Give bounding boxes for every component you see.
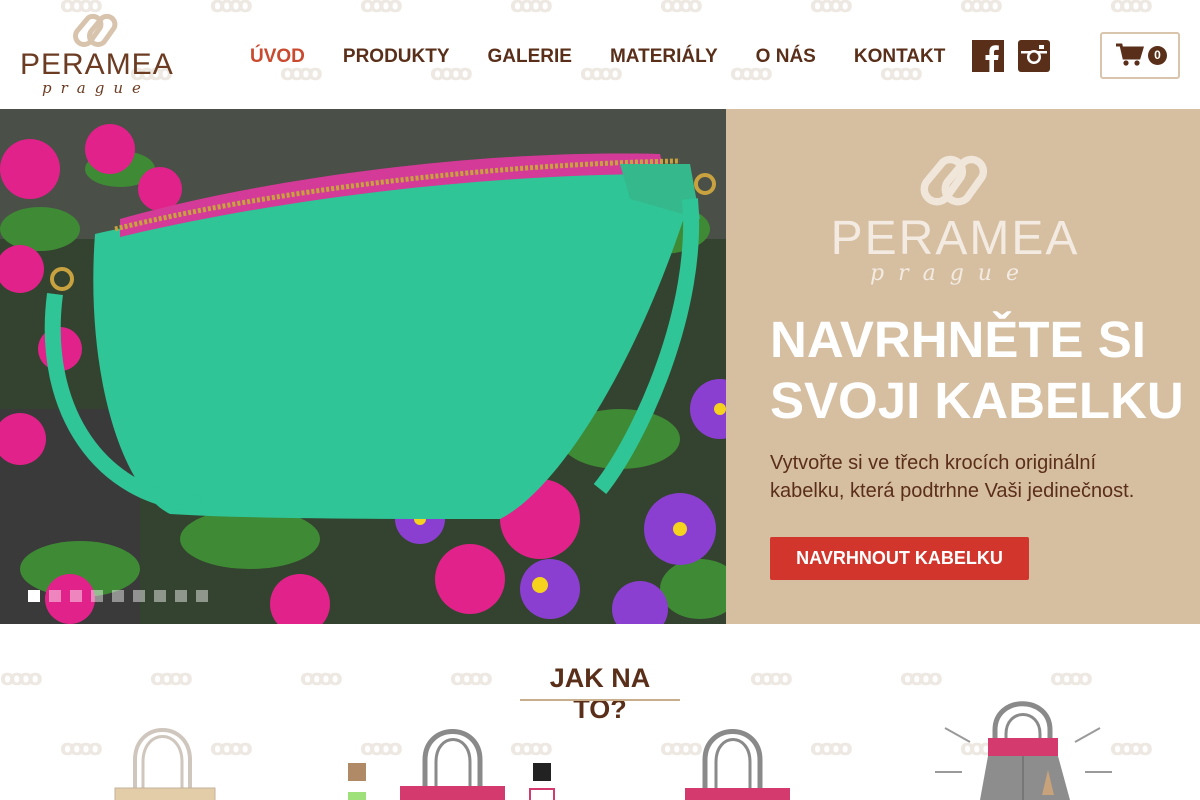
brand-subtitle: prague [42, 79, 150, 97]
slider-dot[interactable] [154, 590, 166, 602]
hero-slider: PERAMEA prague NAVRHNĚTE SI SVOJI KABELK… [0, 109, 1200, 624]
facebook-icon[interactable] [972, 40, 1004, 72]
hero-text: Vytvořte si ve třech krocích originální … [770, 452, 1135, 502]
cart-button[interactable]: 0 [1100, 32, 1180, 79]
slider-dot[interactable] [70, 590, 82, 602]
cart-icon [1116, 43, 1144, 66]
logo-mark-icon [73, 13, 118, 47]
cart-count-badge: 0 [1148, 46, 1167, 65]
panel-brand-name: PERAMEA [830, 212, 1080, 265]
hero-title: NAVRHNĚTE SI SVOJI KABELKU [770, 311, 1184, 429]
site-header: PERAMEA prague ÚVOD PRODUKTY GALERIE MAT… [0, 0, 1200, 109]
step-4-bag-icon [930, 700, 1120, 800]
slider-dot[interactable] [133, 590, 145, 602]
logo-mark-icon [920, 155, 988, 206]
brand-logo[interactable]: PERAMEA prague [18, 10, 174, 100]
hero-panel: PERAMEA prague NAVRHNĚTE SI SVOJI KABELK… [726, 109, 1200, 624]
nav-item-kontakt[interactable]: KONTAKT [854, 46, 945, 68]
nav-item-o-nas[interactable]: O NÁS [756, 46, 816, 68]
instagram-icon[interactable] [1018, 40, 1050, 72]
slider-dot[interactable] [112, 590, 124, 602]
step-3-bag-icon [680, 700, 800, 800]
panel-brand-subtitle: prague [870, 261, 1033, 286]
main-nav: ÚVOD PRODUKTY GALERIE MATERIÁLY O NÁS KO… [250, 46, 983, 68]
slider-dot[interactable] [28, 590, 40, 602]
slider-dot[interactable] [91, 590, 103, 602]
nav-item-produkty[interactable]: PRODUKTY [343, 46, 450, 68]
step-2-bag-icon [340, 700, 570, 800]
slider-dot[interactable] [49, 590, 61, 602]
brand-name: PERAMEA [20, 48, 174, 81]
hero-image [0, 109, 726, 624]
slider-dots [28, 590, 217, 602]
nav-item-galerie[interactable]: GALERIE [488, 46, 572, 68]
panel-logo: PERAMEA prague [830, 149, 1080, 294]
step-1-bag-icon [110, 700, 220, 800]
slider-dot[interactable] [175, 590, 187, 602]
nav-item-materialy[interactable]: MATERIÁLY [610, 46, 718, 68]
design-bag-button[interactable]: NAVRHNOUT KABELKU [770, 537, 1029, 580]
slider-dot[interactable] [196, 590, 208, 602]
nav-item-uvod[interactable]: ÚVOD [250, 46, 305, 68]
